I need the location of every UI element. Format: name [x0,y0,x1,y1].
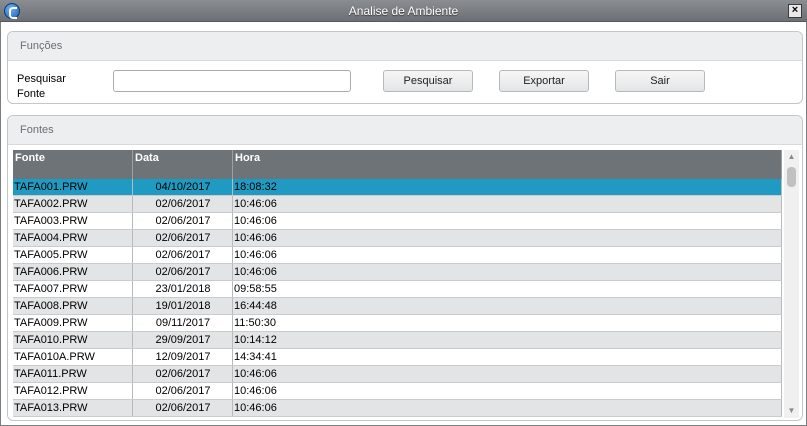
scroll-up-icon[interactable]: ▲ [784,150,799,164]
cell-hora: 10:46:06 [233,196,782,212]
table-row[interactable]: TAFA007.PRW 23/01/2018 09:58:55 [13,281,782,298]
cell-hora: 10:46:06 [233,383,782,399]
table-row[interactable]: TAFA011.PRW 02/06/2017 10:46:06 [13,366,782,383]
search-input[interactable] [113,70,351,92]
cell-data: 02/06/2017 [133,196,233,212]
cell-hora: 10:46:06 [233,264,782,280]
table-header: Fonte Data Hora [13,150,782,179]
title-bar: Analise de Ambiente × [0,0,807,22]
cell-data: 02/06/2017 [133,383,233,399]
column-header-hora[interactable]: Hora [233,150,782,179]
cell-fonte: TAFA002.PRW [13,196,133,212]
fontes-group-header: Fontes [8,116,802,145]
cell-hora: 10:46:06 [233,366,782,382]
cell-hora: 16:44:48 [233,298,782,314]
fontes-group: Fontes Fonte Data Hora TAFA001.PRW 04/10/… [7,115,803,421]
cell-hora: 11:50:30 [233,315,782,331]
cell-data: 02/06/2017 [133,230,233,246]
cell-data: 02/06/2017 [133,366,233,382]
table-row[interactable]: TAFA012.PRW 02/06/2017 10:46:06 [13,383,782,400]
close-icon[interactable]: × [788,4,802,18]
table-row[interactable]: TAFA009.PRW 09/11/2017 11:50:30 [13,315,782,332]
cell-fonte: TAFA011.PRW [13,366,133,382]
dialog-body: Funções Pesquisar Fonte Pesquisar Export… [0,22,807,426]
functions-group-header: Funções [8,32,802,61]
cell-hora: 09:58:55 [233,281,782,297]
cell-hora: 10:46:06 [233,230,782,246]
cell-hora: 18:08:32 [233,179,782,195]
cell-fonte: TAFA007.PRW [13,281,133,297]
scroll-down-icon[interactable]: ▼ [784,404,799,418]
cell-fonte: TAFA003.PRW [13,213,133,229]
cell-data: 02/06/2017 [133,264,233,280]
cell-data: 23/01/2018 [133,281,233,297]
table-row[interactable]: TAFA004.PRW 02/06/2017 10:46:06 [13,230,782,247]
cell-fonte: TAFA009.PRW [13,315,133,331]
cell-data: 04/10/2017 [133,179,233,195]
cell-fonte: TAFA004.PRW [13,230,133,246]
table-row[interactable]: TAFA008.PRW 19/01/2018 16:44:48 [13,298,782,315]
cell-hora: 10:46:06 [233,247,782,263]
cell-hora: 10:14:12 [233,332,782,348]
cell-hora: 10:46:06 [233,400,782,416]
scroll-thumb[interactable] [787,167,796,187]
cell-data: 02/06/2017 [133,213,233,229]
cell-hora: 10:46:06 [233,213,782,229]
cell-data: 19/01/2018 [133,298,233,314]
table-row[interactable]: TAFA005.PRW 02/06/2017 10:46:06 [13,247,782,264]
column-header-fonte[interactable]: Fonte [13,150,133,179]
search-label: Pesquisar Fonte [17,73,66,100]
export-button[interactable]: Exportar [499,70,589,92]
table-row[interactable]: TAFA002.PRW 02/06/2017 10:46:06 [13,196,782,213]
cell-fonte: TAFA008.PRW [13,298,133,314]
table-row[interactable]: TAFA003.PRW 02/06/2017 10:46:06 [13,213,782,230]
table-row[interactable]: TAFA010A.PRW 12/09/2017 14:34:41 [13,349,782,366]
table-row[interactable]: TAFA013.PRW 02/06/2017 10:46:06 [13,400,782,417]
table-row[interactable]: TAFA006.PRW 02/06/2017 10:46:06 [13,264,782,281]
search-button[interactable]: Pesquisar [383,70,473,92]
cell-fonte: TAFA012.PRW [13,383,133,399]
exit-button[interactable]: Sair [615,70,705,92]
cell-data: 02/06/2017 [133,247,233,263]
cell-fonte: TAFA013.PRW [13,400,133,416]
cell-fonte: TAFA010.PRW [13,332,133,348]
cell-data: 29/09/2017 [133,332,233,348]
cell-fonte: TAFA001.PRW [13,179,133,195]
cell-fonte: TAFA005.PRW [13,247,133,263]
window-title: Analise de Ambiente [348,4,459,18]
table-row[interactable]: TAFA001.PRW 04/10/2017 18:08:32 [13,179,782,196]
cell-hora: 14:34:41 [233,349,782,365]
column-header-data[interactable]: Data [133,150,233,179]
cell-fonte: TAFA010A.PRW [13,349,133,365]
cell-data: 12/09/2017 [133,349,233,365]
cell-data: 09/11/2017 [133,315,233,331]
cell-fonte: TAFA006.PRW [13,264,133,280]
functions-group: Funções Pesquisar Fonte Pesquisar Export… [7,31,803,104]
vertical-scrollbar[interactable]: ▲ ▼ [784,150,799,418]
fontes-table: Fonte Data Hora TAFA001.PRW 04/10/2017 18:… [13,150,782,418]
table-row[interactable]: TAFA010.PRW 29/09/2017 10:14:12 [13,332,782,349]
table-body: TAFA001.PRW 04/10/2017 18:08:32 TAFA002.PRW… [13,179,782,417]
cell-data: 02/06/2017 [133,400,233,416]
